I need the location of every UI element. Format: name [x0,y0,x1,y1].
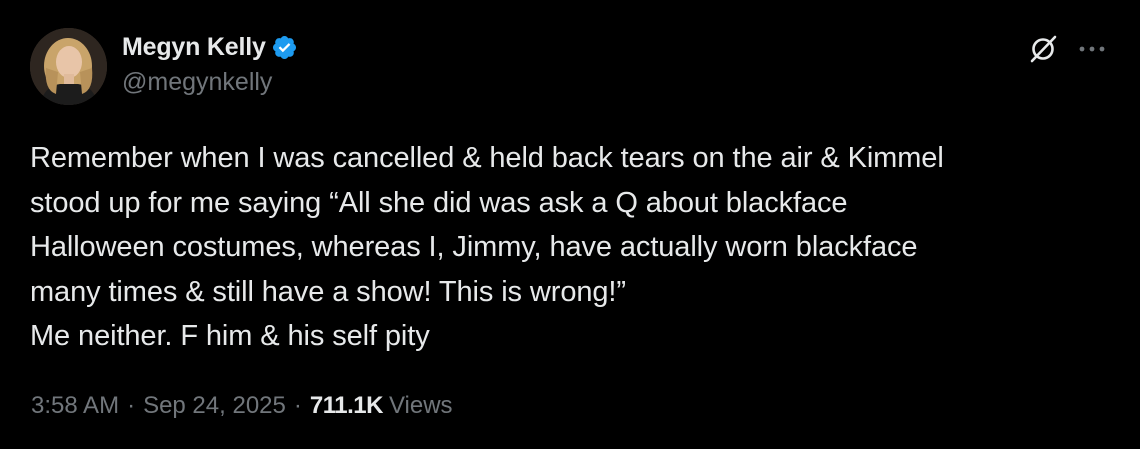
tweet-text-line: many times & still have a show! This is … [30,275,626,308]
verified-badge-icon[interactable] [271,34,298,61]
name-row: Megyn Kelly [122,30,298,64]
views-count[interactable]: 711.1K [310,392,384,420]
views-label: Views [388,392,453,419]
avatar-image [30,28,107,105]
tweet-date[interactable]: Sep 24, 2025 [143,392,286,420]
tweet-time[interactable]: 3:58 AM [31,392,119,420]
meta-separator: · [127,392,136,419]
avatar[interactable] [30,28,107,105]
more-horizontal-icon[interactable] [1074,32,1110,66]
tweet-text-line: stood up for me saying “All she did was … [30,186,848,219]
handle[interactable]: @megynkelly [122,68,298,97]
display-name[interactable]: Megyn Kelly [122,33,266,62]
tweet-text-line: Me neither. F him & his self pity [30,320,430,352]
tweet-text: Remember when I was cancelled & held bac… [30,136,1110,359]
top-actions [1026,32,1110,66]
meta-separator: · [293,392,302,419]
author-info: Megyn Kelly @megynkelly [122,30,298,97]
tweet-text-line: Halloween costumes, whereas I, Jimmy, ha… [30,231,918,263]
tweet-meta: 3:58 AM · Sep 24, 2025 · 711.1K Views [31,392,453,420]
tweet-card: Megyn Kelly @megynkelly Remember when I … [0,0,1140,449]
tweet-text-line: Remember when I was cancelled & held bac… [30,142,944,174]
grok-icon[interactable] [1026,32,1060,66]
